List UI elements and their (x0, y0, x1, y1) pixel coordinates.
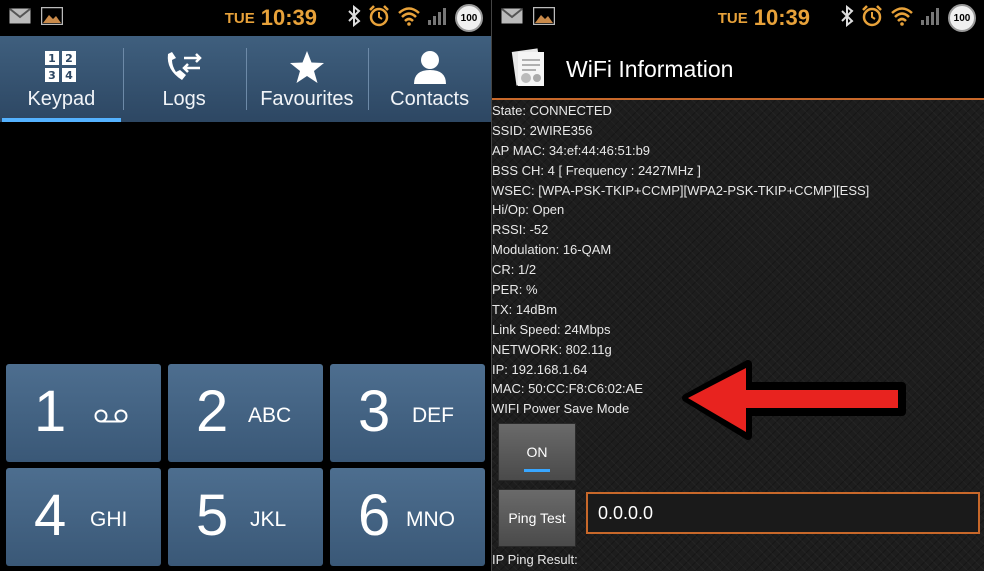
toggle-indicator (524, 469, 550, 472)
info-cr: CR: 1/2 (492, 262, 537, 278)
key-digit: 4 (34, 483, 67, 548)
tab-contacts[interactable]: Contacts (368, 36, 491, 122)
key-digit: 2 (196, 379, 229, 444)
ping-test-button[interactable]: Ping Test (498, 489, 576, 547)
key-letters: ABC (248, 404, 292, 427)
status-time: 10:39 (260, 5, 317, 30)
wifi-icon (890, 6, 914, 31)
info-link-speed: Link Speed: 24Mbps (492, 321, 611, 337)
status-time: 10:39 (753, 5, 810, 30)
info-network: NETWORK: 802.11g (492, 341, 612, 357)
keypad-icon: 1234 (44, 48, 78, 86)
info-tx: TX: 14dBm (492, 301, 558, 317)
phone-screen: TUE 10:39 100 1234 Keypad Logs Favourite… (0, 0, 491, 571)
bluetooth-icon (840, 4, 854, 32)
alarm-icon (860, 4, 884, 33)
bluetooth-icon (347, 4, 361, 32)
info-bss-channel: BSS CH: 4 [ Frequency : 2427MHz ] (492, 162, 701, 178)
battery-icon: 100 (948, 4, 976, 32)
status-bar: TUE 10:39 100 (0, 0, 491, 36)
ping-ip-input[interactable]: 0.0.0.0 (586, 492, 980, 534)
key-5[interactable]: 5 JKL (168, 468, 323, 566)
voicemail-icon (94, 408, 128, 429)
key-digit: 6 (358, 483, 391, 548)
key-letters: JKL (250, 508, 287, 531)
tab-favourites[interactable]: Favourites (245, 36, 369, 122)
key-letters: GHI (90, 508, 128, 531)
dial-keypad: 1 2 ABC 3 DEF 4 GHI 5 JKL 6 MNO (0, 362, 491, 571)
info-hi-op: Hi/Op: Open (492, 202, 565, 218)
battery-icon: 100 (455, 4, 483, 32)
person-icon (412, 48, 448, 86)
key-3[interactable]: 3 DEF (330, 364, 485, 462)
wifi-info-screen: TUE 10:39 100 WiFi Information State: CO… (492, 0, 984, 571)
alarm-icon (367, 4, 391, 33)
gallery-icon (532, 6, 556, 26)
app-title-bar: WiFi Information (492, 36, 984, 100)
info-ap-mac: AP MAC: 34:ef:44:46:51:b9 (492, 142, 651, 158)
info-per: PER: % (492, 282, 538, 298)
signal-icon (427, 6, 449, 31)
tab-logs[interactable]: Logs (122, 36, 246, 122)
app-icon (510, 48, 548, 88)
wifi-icon (397, 6, 421, 31)
tab-bar: 1234 Keypad Logs Favourites Contacts (0, 36, 491, 122)
key-1[interactable]: 1 (6, 364, 161, 462)
status-bar: TUE 10:39 100 (492, 0, 984, 36)
gmail-icon (8, 6, 32, 26)
key-4[interactable]: 4 GHI (6, 468, 161, 566)
key-digit: 5 (196, 483, 229, 548)
svg-text:1: 1 (49, 52, 57, 65)
gallery-icon (40, 6, 64, 26)
status-day: TUE (717, 9, 748, 27)
svg-text:3: 3 (49, 69, 57, 82)
tab-keypad[interactable]: 1234 Keypad (0, 36, 123, 122)
star-icon (289, 48, 325, 86)
tab-label: Logs (162, 87, 206, 110)
tab-label: Contacts (390, 87, 470, 110)
call-log-icon (164, 48, 204, 86)
signal-icon (920, 6, 942, 31)
power-save-toggle[interactable]: ON (498, 423, 576, 481)
info-wsec: WSEC: [WPA-PSK-TKIP+CCMP][WPA2-PSK-TKIP+… (492, 182, 870, 198)
toggle-label: ON (526, 444, 548, 460)
info-rssi: RSSI: -52 (492, 222, 549, 238)
info-state: State: CONNECTED (492, 103, 612, 118)
key-6[interactable]: 6 MNO (330, 468, 485, 566)
key-letters: MNO (406, 508, 455, 531)
tab-label: Keypad (27, 87, 96, 110)
app-title: WiFi Information (566, 56, 734, 82)
status-day: TUE (224, 9, 255, 27)
key-digit: 3 (358, 379, 391, 444)
svg-text:2: 2 (66, 52, 74, 65)
key-letters: DEF (412, 404, 454, 427)
gmail-icon (500, 6, 524, 26)
key-digit: 1 (34, 379, 67, 444)
key-2[interactable]: 2 ABC (168, 364, 323, 462)
tab-label: Favourites (260, 87, 354, 110)
svg-text:4: 4 (66, 69, 74, 82)
ping-result-label: IP Ping Result: (492, 552, 578, 567)
red-arrow-annotation (682, 360, 910, 451)
info-ssid: SSID: 2WIRE356 (492, 122, 593, 138)
info-modulation: Modulation: 16-QAM (492, 242, 612, 258)
